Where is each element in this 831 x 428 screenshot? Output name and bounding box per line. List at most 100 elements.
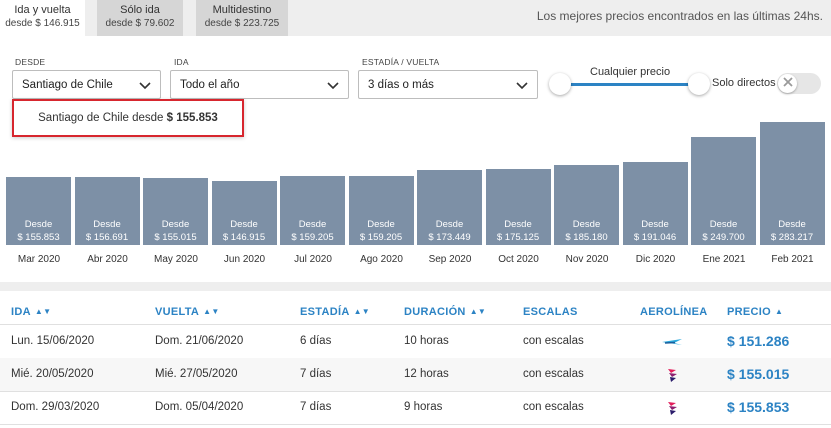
solo-directos-toggle[interactable] <box>777 73 821 94</box>
latam-logo <box>660 367 684 383</box>
chart-bar[interactable]: Desde $ 249.700 <box>691 136 756 245</box>
sky-airline-logo <box>660 334 684 350</box>
cell-duracion: 10 horas <box>404 335 449 347</box>
tab-solo-ida[interactable]: Sólo ida desde $ 79.602 <box>97 0 183 36</box>
price-tooltip: Santiago de Chile desde $ 155.853 <box>12 99 244 137</box>
ida-label: IDA <box>174 57 189 67</box>
bar-value-label: $ 155.853 <box>17 231 60 243</box>
cell-precio[interactable]: $ 155.853 <box>727 399 789 415</box>
header-duracion-label: DURACIÓN <box>404 306 466 318</box>
chart-x-label: Ene 2021 <box>702 254 746 265</box>
bar-value-label: $ 185.180 <box>565 231 608 243</box>
cell-precio[interactable]: $ 155.015 <box>727 366 789 382</box>
chart-x-label: Mar 2020 <box>17 254 61 265</box>
desde-select[interactable]: Santiago de Chile <box>12 70 161 99</box>
cell-escalas: con escalas <box>523 368 584 380</box>
bar-value-label: $ 283.217 <box>770 232 814 243</box>
header-ida[interactable]: IDA ▲▼ <box>11 306 51 318</box>
chart-bar[interactable]: Desde $ 175.125 <box>485 168 551 245</box>
tab-subtitle: desde $ 146.915 <box>5 18 80 29</box>
header-vuelta-label: VUELTA <box>155 306 200 318</box>
cell-precio[interactable]: $ 151.286 <box>727 333 789 349</box>
cell-ida: Lun. 15/06/2020 <box>11 335 95 347</box>
chart-bar[interactable]: Desde $ 185.180 <box>554 164 619 245</box>
header-vuelta[interactable]: VUELTA ▲▼ <box>155 306 220 318</box>
tab-ida-y-vuelta[interactable]: Ida y vuelta desde $ 146.915 <box>0 0 85 36</box>
bar-prefix: Desde <box>572 218 601 230</box>
bar-prefix: Desde <box>504 218 532 230</box>
price-slider-max-handle[interactable] <box>688 73 710 95</box>
chart-bar[interactable]: Desde $ 173.449 <box>417 169 482 245</box>
price-slider-track[interactable] <box>560 83 700 86</box>
sort-icon: ▲▼ <box>34 307 52 316</box>
section-separator <box>0 282 831 291</box>
cell-duracion: 12 horas <box>404 368 449 380</box>
tooltip-prefix: Santiago de Chile desde <box>38 112 164 124</box>
chevron-down-icon <box>516 82 528 90</box>
cell-estadia: 7 días <box>300 368 332 380</box>
chart-bar[interactable]: Desde $ 159.205 <box>280 175 345 245</box>
chart-bar[interactable]: Desde $ 146.915 <box>211 181 277 245</box>
bar-value-label: $ 146.915 <box>222 231 266 243</box>
chart-x-label: Abr 2020 <box>87 254 128 265</box>
sort-asc-icon: ▲ <box>774 307 784 316</box>
top-bar: Ida y vuelta desde $ 146.915 Sólo ida de… <box>0 0 831 36</box>
chart-x-label: Nov 2020 <box>565 254 609 265</box>
cell-escalas: con escalas <box>523 335 584 347</box>
chart-bar[interactable]: Desde $ 155.853 <box>6 177 71 245</box>
bar-value-label: $ 159.205 <box>291 231 334 243</box>
latam-logo <box>660 400 684 416</box>
bar-value-label: $ 191.046 <box>633 231 677 243</box>
bar-prefix: Desde <box>709 218 738 230</box>
header-estadia[interactable]: ESTADÍA ▲▼ <box>300 306 370 318</box>
tab-title: Sólo ida <box>120 4 160 16</box>
chevron-down-icon <box>139 82 151 90</box>
header-ida-label: IDA <box>11 306 31 318</box>
header-duracion[interactable]: DURACIÓN ▲▼ <box>404 306 486 318</box>
desde-value: Santiago de Chile <box>22 79 113 91</box>
cell-vuelta: Dom. 21/06/2020 <box>155 335 244 347</box>
cell-ida: Dom. 29/03/2020 <box>11 401 100 413</box>
tab-subtitle: desde $ 79.602 <box>105 18 175 29</box>
cell-ida: Mié. 20/05/2020 <box>11 368 94 380</box>
bar-prefix: Desde <box>24 218 53 230</box>
chart-bar[interactable]: Desde $ 159.205 <box>348 175 414 245</box>
chart-bar[interactable]: Desde $ 283.217 <box>759 122 825 245</box>
bar-value-label: $ 155.015 <box>154 231 197 243</box>
bar-prefix: Desde <box>435 218 464 230</box>
bar-prefix: Desde <box>641 218 669 230</box>
ida-select[interactable]: Todo el año <box>170 70 349 99</box>
divider <box>0 424 831 425</box>
table-row[interactable]: Dom. 29/03/2020 Dom. 05/04/2020 7 días 9 ho… <box>0 391 831 424</box>
tab-multidestino[interactable]: Multidestino desde $ 223.725 <box>196 0 288 36</box>
chart-bar[interactable]: Desde $ 191.046 <box>622 162 688 245</box>
table-row[interactable]: Mié. 20/05/2020 Mié. 27/05/2020 7 días 12 h… <box>0 358 831 391</box>
close-icon <box>783 77 793 87</box>
header-precio[interactable]: PRECIO ▲ <box>727 306 783 318</box>
estadia-select[interactable]: 3 días o más <box>358 70 538 99</box>
tab-title: Multidestino <box>212 4 272 16</box>
cell-duracion: 9 horas <box>404 401 443 413</box>
header-precio-label: PRECIO <box>727 306 771 318</box>
best-prices-message: Los mejores precios encontrados en las ú… <box>536 9 823 23</box>
chart-bar[interactable]: Desde $ 156.691 <box>74 176 140 245</box>
sort-icon: ▲▼ <box>353 307 371 316</box>
desde-label: DESDE <box>15 57 46 67</box>
estadia-label: ESTADÍA / VUELTA <box>362 57 440 67</box>
bar-value-label: $ 249.700 <box>702 231 745 243</box>
chart-x-label: Feb 2021 <box>771 254 814 265</box>
solo-directos-label: Solo directos <box>712 77 776 89</box>
sort-icon: ▲▼ <box>203 307 220 316</box>
chart-bar[interactable]: Desde $ 155.015 <box>143 177 208 245</box>
bar-value-label: $ 159.205 <box>359 231 403 243</box>
price-slider-min-handle[interactable] <box>549 73 571 95</box>
bar-prefix: Desde <box>93 218 121 230</box>
table-row[interactable]: Lun. 15/06/2020 Dom. 21/06/2020 6 días 10 h… <box>0 325 831 358</box>
chart-x-label: Oct 2020 <box>498 254 539 265</box>
ida-value: Todo el año <box>180 79 240 91</box>
bar-value-label: $ 175.125 <box>496 231 540 243</box>
header-escalas: ESCALAS <box>523 306 578 318</box>
chart-x-label: Jun 2020 <box>223 254 266 265</box>
header-estadia-label: ESTADÍA <box>300 306 350 318</box>
bar-prefix: Desde <box>367 218 395 230</box>
